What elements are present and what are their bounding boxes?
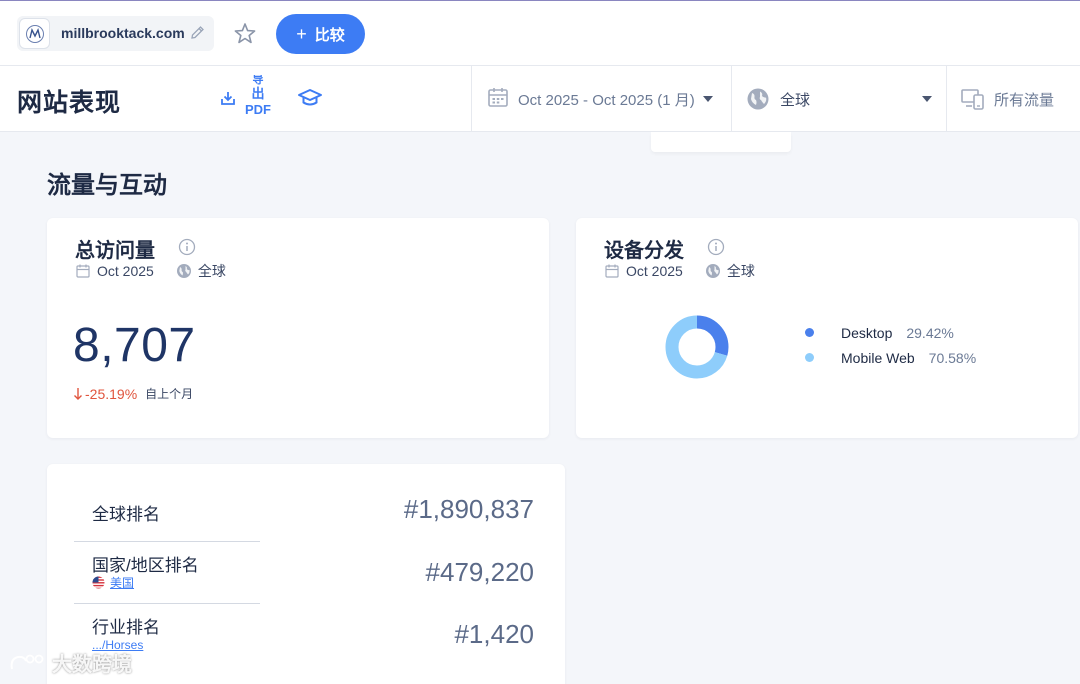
region-label: 全球 <box>726 263 755 279</box>
info-icon[interactable] <box>178 238 196 256</box>
globe-icon <box>176 263 192 279</box>
country-name: 美国 <box>110 576 135 590</box>
watermark-text: 大数跨境 <box>52 654 132 676</box>
total-visits-card: 总访问量 Oct 2025 全球 8,707 -25.19% 自上个月 <box>47 218 549 438</box>
card-title: 设备分发 <box>604 240 684 262</box>
arrow-down-icon <box>73 387 83 401</box>
legend-dot <box>805 328 814 337</box>
download-icon[interactable] <box>219 89 237 112</box>
globe-icon <box>705 263 721 279</box>
global-rank-label: 全球排名 <box>92 505 160 524</box>
country-rank-row: 国家/地区排名 美国 #479,220 <box>74 549 534 599</box>
toolbar-divider <box>731 66 732 132</box>
date-range-label: Oct 2025 - Oct 2025 (1 月) <box>518 91 695 109</box>
rank-divider <box>74 603 260 604</box>
legend-value: 70.58% <box>928 349 977 366</box>
section-title: 流量与互动 <box>47 172 167 199</box>
page-title: 网站表现 <box>17 89 122 117</box>
calendar-icon <box>604 263 620 279</box>
global-rank-row: 全球排名 #1,890,837 <box>74 494 534 534</box>
industry-rank-row: 行业排名 .../Horses #1,420 <box>74 611 534 661</box>
watermark-logo-icon <box>8 651 48 675</box>
legend-item-desktop: Desktop 29.42% <box>805 320 976 345</box>
traffic-type-label: 所有流量 <box>994 91 1055 109</box>
watermark: 大数跨境 <box>8 648 132 677</box>
graduation-cap-icon[interactable] <box>297 86 323 115</box>
device-legend: Desktop 29.42% Mobile Web 70.58% <box>805 320 976 370</box>
site-logo-icon <box>19 18 50 49</box>
site-name: millbrooktack.com <box>61 25 185 41</box>
industry-rank-value: #1,420 <box>454 619 534 649</box>
export-label-line3: PDF <box>245 102 271 117</box>
date-range-selector[interactable]: Oct 2025 - Oct 2025 (1 月) <box>486 87 713 111</box>
devices-icon <box>960 87 986 111</box>
country-rank-label: 国家/地区排名 <box>92 556 199 575</box>
edit-pencil-icon[interactable] <box>189 24 207 42</box>
region-selector[interactable]: 全球 <box>746 87 932 111</box>
export-pdf-button[interactable]: 导 出 PDF <box>240 75 276 118</box>
chevron-down-icon <box>922 96 932 102</box>
change-percent: -25.19% <box>85 385 138 402</box>
export-label-line1: 导 <box>252 75 264 86</box>
globe-icon <box>746 87 770 111</box>
legend-value: 29.42% <box>906 324 954 341</box>
country-link[interactable]: 美国 <box>92 574 134 591</box>
industry-rank-label: 行业排名 <box>92 618 160 637</box>
traffic-type-selector[interactable]: 所有流量 <box>960 87 1054 111</box>
card-title: 总访问量 <box>75 240 155 262</box>
legend-label: Mobile Web <box>841 349 915 366</box>
calendar-icon <box>486 85 510 113</box>
dropdown-panel-edge <box>651 132 791 152</box>
legend-dot <box>805 353 814 362</box>
rank-divider <box>74 541 260 542</box>
card-meta: Oct 2025 全球 <box>75 261 226 281</box>
country-rank-value: #479,220 <box>425 557 534 587</box>
toolbar-divider <box>471 66 472 132</box>
chevron-down-icon <box>702 96 713 102</box>
region-label: 全球 <box>780 91 811 109</box>
period-label: Oct 2025 <box>97 263 154 279</box>
total-visits-value: 8,707 <box>73 319 196 372</box>
region-label: 全球 <box>197 263 226 279</box>
export-label-line2: 出 <box>251 86 265 101</box>
top-bar: millbrooktack.com + 比较 <box>0 0 1080 66</box>
visits-change: -25.19% 自上个月 <box>73 385 193 402</box>
favorite-star-icon[interactable] <box>232 21 258 47</box>
us-flag-icon <box>92 576 105 589</box>
legend-label: Desktop <box>841 324 893 341</box>
toolbar: 网站表现 导 出 PDF Oct 2025 - Oct 2025 (1 月) 全… <box>0 66 1080 132</box>
period-label: Oct 2025 <box>626 263 683 279</box>
site-selector[interactable]: millbrooktack.com <box>17 16 214 51</box>
device-distribution-card: 设备分发 Oct 2025 全球 Desktop 29.42% Mobile W… <box>576 218 1078 438</box>
calendar-icon <box>75 263 91 279</box>
legend-item-mobile-web: Mobile Web 70.58% <box>805 345 976 370</box>
device-donut-chart <box>665 315 729 379</box>
info-icon[interactable] <box>707 238 725 256</box>
global-rank-value: #1,890,837 <box>403 494 534 524</box>
toolbar-divider <box>946 66 947 132</box>
card-meta: Oct 2025 全球 <box>604 261 755 281</box>
compare-button[interactable]: + 比较 <box>276 14 365 54</box>
change-label: 自上个月 <box>145 387 194 401</box>
plus-icon: + <box>296 24 307 44</box>
compare-label: 比较 <box>314 26 345 44</box>
